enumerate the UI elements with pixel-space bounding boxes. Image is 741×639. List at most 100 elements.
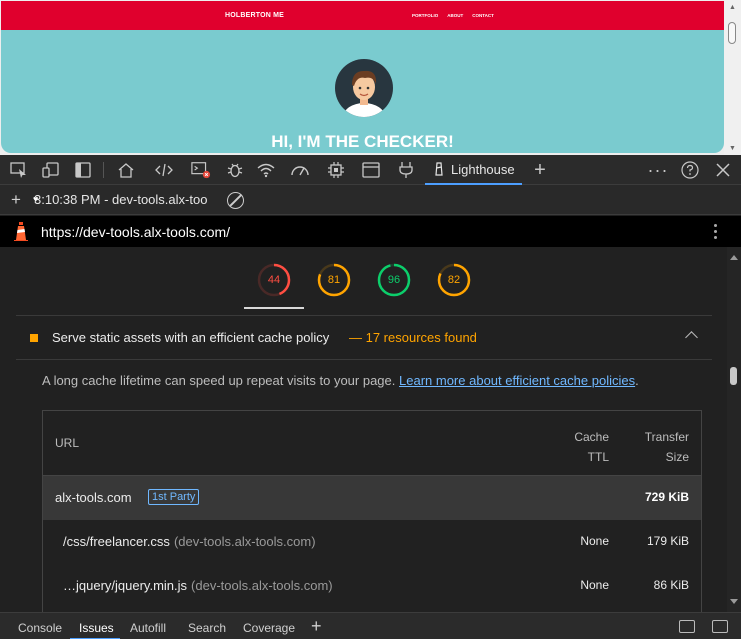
device-emulation-icon[interactable] (41, 160, 61, 180)
table-group-row: alx-tools.com 1st Party 729 KiB (43, 476, 701, 520)
score-gauge-best-practices[interactable]: 96 (377, 263, 411, 297)
scroll-down-icon[interactable]: ▼ (729, 145, 736, 152)
resource-cache-ttl: None (580, 578, 609, 592)
score-gauge-accessibility[interactable]: 81 (317, 263, 351, 297)
sidebar-toggle-icon[interactable] (73, 160, 93, 180)
scrollbar-thumb[interactable] (730, 367, 737, 385)
add-drawer-tab-icon[interactable]: + (311, 616, 322, 637)
more-tabs-add-icon[interactable]: + (530, 159, 550, 181)
table-header: URL Cache TTL Transfer Size (43, 411, 701, 476)
group-transfer-size: 729 KiB (644, 490, 689, 504)
resource-path[interactable]: …jquery/jquery.min.js (63, 578, 187, 593)
score-value: 81 (327, 274, 341, 286)
scrollbar-thumb[interactable] (728, 22, 736, 44)
site-nav-link-contact[interactable]: CONTACT (472, 13, 494, 18)
site-brand[interactable]: HOLBERTON ME (225, 12, 284, 19)
new-report-icon[interactable]: + (11, 190, 21, 210)
audit-description: A long cache lifetime can speed up repea… (42, 373, 639, 388)
scroll-up-icon[interactable]: ▲ (729, 4, 736, 11)
tab-lighthouse-label: Lighthouse (451, 161, 515, 177)
lighthouse-report: 44 81 96 82 Serve static assets with an … (0, 247, 727, 612)
elements-icon[interactable] (154, 160, 174, 180)
resource-cache-ttl: None (580, 534, 609, 548)
report-url[interactable]: https://dev-tools.alx-tools.com/ (41, 224, 230, 240)
column-header-cache-ttl: Cache TTL (559, 427, 609, 467)
resource-host: (dev-tools.alx-tools.com) (173, 534, 316, 549)
column-header-transfer-size-line2: Size (665, 450, 689, 464)
security-icon[interactable] (396, 160, 416, 180)
chevron-up-icon[interactable] (685, 331, 698, 344)
network-icon[interactable] (256, 160, 276, 180)
devtools-toolbar: Lighthouse + ··· (0, 155, 741, 185)
website-viewport: HOLBERTON ME PORTFOLIO ABOUT CONTACT HI,… (1, 1, 724, 153)
report-url-bar: https://dev-tools.alx-tools.com/ (0, 216, 741, 247)
close-drawer-icon[interactable] (712, 620, 728, 633)
report-menu-icon[interactable] (714, 224, 718, 242)
active-gauge-indicator (244, 307, 304, 309)
audit-description-text: A long cache lifetime can speed up repea… (42, 373, 396, 388)
lighthouse-report-bar: + ♥ 3:10:38 PM - dev-tools.alx-too (0, 185, 741, 215)
sources-bug-icon[interactable] (225, 160, 245, 180)
site-nav-link-portfolio[interactable]: PORTFOLIO (412, 13, 438, 18)
table-row: …jquery/jquery.min.js (dev-tools.alx-tool… (43, 564, 701, 608)
column-header-transfer-size: Transfer Size (629, 427, 689, 467)
clear-reports-icon[interactable] (227, 192, 244, 209)
table-row: /css/freelancer.css (dev-tools.alx-tools.… (43, 520, 701, 564)
tab-console[interactable]: Console (18, 621, 62, 635)
score-value: 82 (447, 274, 461, 286)
score-gauge-seo[interactable]: 82 (437, 263, 471, 297)
group-entity: alx-tools.com (55, 490, 132, 505)
resource-host: (dev-tools.alx-tools.com) (191, 578, 333, 593)
page-preview: HOLBERTON ME PORTFOLIO ABOUT CONTACT HI,… (0, 0, 741, 155)
column-header-url: URL (55, 436, 80, 450)
tab-lighthouse[interactable]: Lighthouse (425, 155, 522, 185)
audit-table: URL Cache TTL Transfer Size alx-tools.co… (42, 410, 702, 612)
more-options-icon[interactable]: ··· (648, 160, 668, 180)
site-nav-links: PORTFOLIO ABOUT CONTACT (412, 13, 494, 18)
application-icon[interactable] (361, 160, 381, 180)
column-header-cache-ttl-line2: TTL (587, 450, 609, 464)
audit-header[interactable]: Serve static assets with an efficient ca… (16, 316, 712, 360)
scroll-down-icon[interactable] (730, 599, 738, 604)
site-navbar: HOLBERTON ME PORTFOLIO ABOUT CONTACT (1, 1, 724, 30)
column-header-cache-ttl-line1: Cache (574, 430, 609, 444)
performance-icon[interactable] (290, 160, 310, 180)
preview-scrollbar[interactable]: ▲ ▼ (724, 0, 741, 155)
tab-coverage[interactable]: Coverage (243, 621, 295, 635)
report-scrollbar[interactable] (727, 247, 741, 612)
score-gauge-performance[interactable]: 44 (257, 263, 291, 297)
resource-path[interactable]: /css/freelancer.css (63, 534, 170, 549)
first-party-badge: 1st Party (148, 489, 200, 505)
avatar (335, 59, 393, 117)
drawer-tabbar: Console Issues Autofill Search Coverage … (0, 612, 741, 639)
dock-drawer-icon[interactable] (679, 620, 695, 633)
tab-search[interactable]: Search (188, 621, 226, 635)
audit-description-end: . (635, 373, 639, 388)
tab-issues[interactable]: Issues (79, 621, 114, 635)
audit-status-icon (30, 334, 38, 342)
resource-transfer-size: 179 KiB (646, 534, 689, 548)
scroll-up-icon[interactable] (730, 255, 738, 260)
welcome-icon[interactable] (116, 160, 136, 180)
help-icon[interactable] (680, 160, 700, 180)
close-devtools-icon[interactable] (713, 160, 733, 180)
audit-title: Serve static assets with an efficient ca… (52, 330, 330, 345)
hero-heading: HI, I'M THE CHECKER! (271, 132, 454, 151)
lighthouse-tab-icon (433, 162, 445, 176)
tab-autofill[interactable]: Autofill (130, 621, 166, 635)
score-gauges: 44 81 96 82 (0, 247, 727, 309)
column-header-transfer-size-line1: Transfer (644, 430, 689, 444)
toolbar-separator (103, 162, 104, 178)
console-icon[interactable] (191, 160, 211, 180)
score-value: 44 (267, 274, 281, 286)
memory-icon[interactable] (326, 160, 346, 180)
resource-url[interactable]: /css/freelancer.css (dev-tools.alx-tools.… (63, 534, 316, 549)
inspect-icon[interactable] (9, 160, 29, 180)
score-value: 96 (387, 274, 401, 286)
report-selector[interactable]: 3:10:38 PM - dev-tools.alx-too (34, 192, 207, 207)
resource-url[interactable]: …jquery/jquery.min.js (dev-tools.alx-tool… (63, 578, 333, 593)
learn-more-link[interactable]: Learn more about efficient cache policie… (399, 373, 635, 388)
audit-display-value: — 17 resources found (349, 330, 477, 345)
resource-transfer-size: 86 KiB (653, 578, 689, 592)
site-nav-link-about[interactable]: ABOUT (447, 13, 463, 18)
